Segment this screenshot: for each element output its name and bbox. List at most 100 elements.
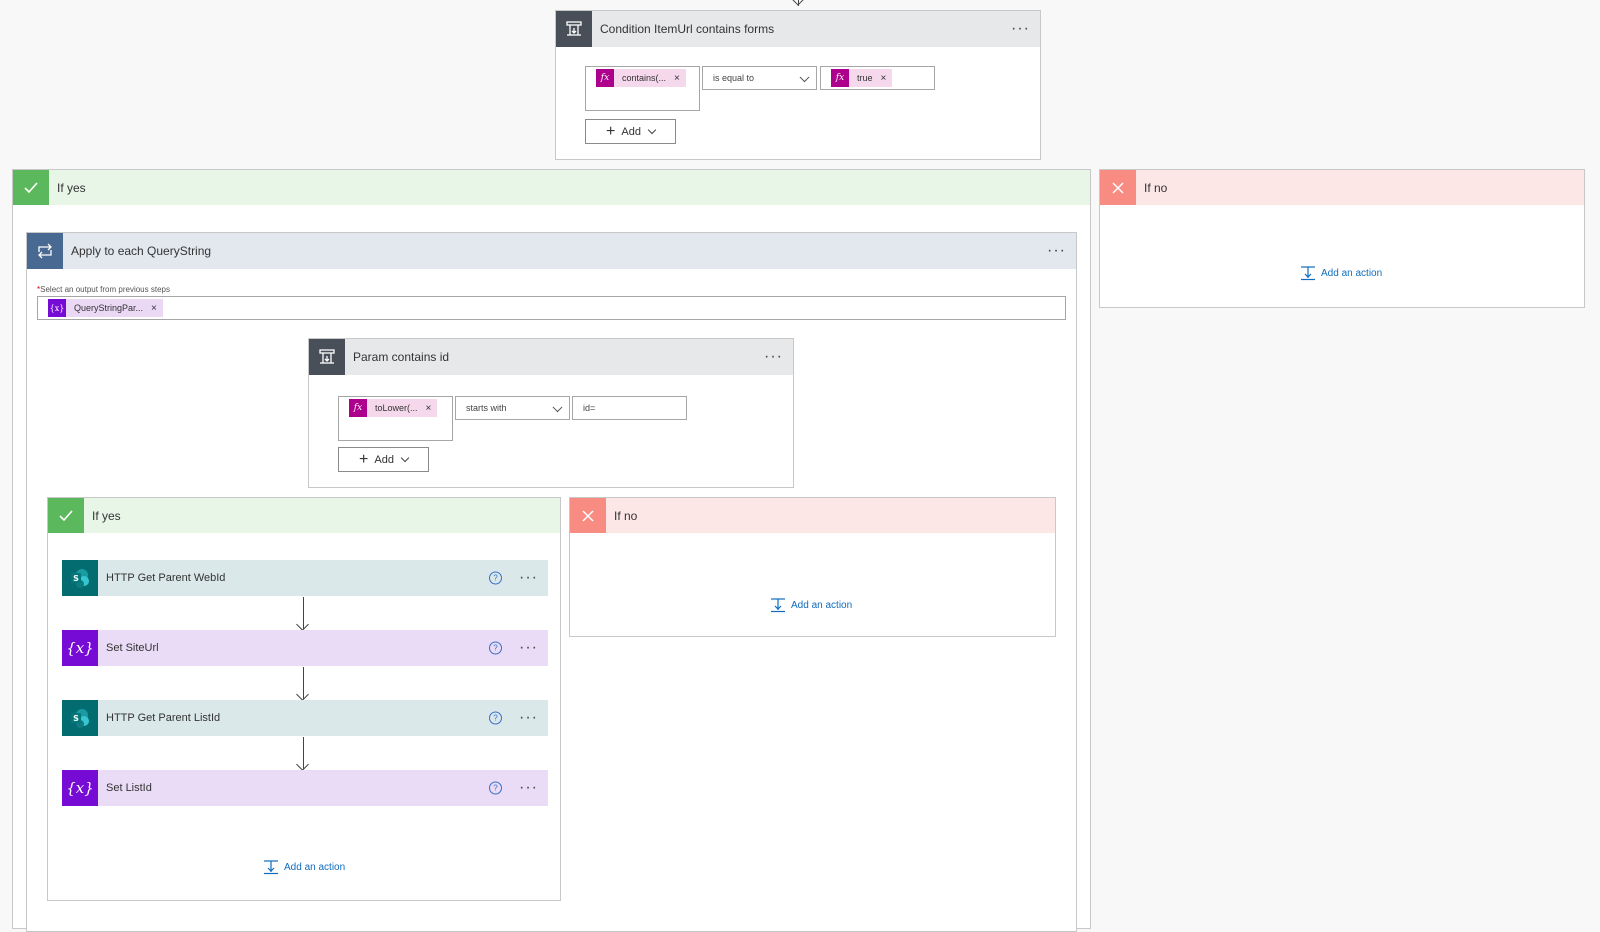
variable-icon: {x} <box>62 630 98 666</box>
add-action-icon <box>771 598 785 613</box>
condition-icon <box>556 11 592 47</box>
if-no-header[interactable]: If no <box>1100 170 1584 205</box>
more-options-icon[interactable]: ··· <box>1047 243 1066 259</box>
step-set-listid[interactable]: {x} Set ListId ? ··· <box>62 770 548 806</box>
help-icon[interactable]: ? <box>489 711 502 725</box>
function-icon: fx <box>596 69 614 87</box>
add-action-link[interactable]: Add an action <box>263 859 345 875</box>
chevron-down-icon <box>799 72 810 83</box>
outer-if-no-branch: If no Add an action <box>1099 169 1585 308</box>
condition-left-operand[interactable]: fx contains(... × <box>585 66 700 111</box>
add-condition-button[interactable]: + Add <box>585 119 676 144</box>
apply-to-each-title: Apply to each QueryString <box>71 244 212 258</box>
chevron-down-icon <box>647 125 657 135</box>
close-icon <box>1100 170 1136 205</box>
help-icon[interactable]: ? <box>489 641 502 655</box>
add-label: Add <box>621 125 641 138</box>
function-icon: fx <box>349 399 367 417</box>
token-label: QueryStringPar... <box>74 303 144 313</box>
remove-token-icon[interactable]: × <box>151 303 157 314</box>
step-http-get-parent-listid[interactable]: S HTTP Get Parent ListId ? ··· <box>62 700 548 736</box>
more-options-icon[interactable]: ··· <box>519 780 538 796</box>
apply-to-each-header[interactable]: Apply to each QueryString ··· <box>27 233 1076 269</box>
add-action-link[interactable]: Add an action <box>770 597 852 613</box>
if-no-header[interactable]: If no <box>570 498 1055 533</box>
remove-token-icon[interactable]: × <box>881 73 887 84</box>
step-title: HTTP Get Parent ListId <box>106 712 221 724</box>
svg-text:S: S <box>73 574 79 583</box>
add-label: Add <box>374 453 394 466</box>
expression-token[interactable]: fx true × <box>831 69 893 87</box>
step-title: HTTP Get Parent WebId <box>106 572 226 584</box>
condition-right-operand[interactable]: fx true × <box>820 66 935 90</box>
inner-if-no-branch: If no Add an action <box>569 497 1056 637</box>
loop-icon <box>27 233 63 269</box>
more-options-icon[interactable]: ··· <box>519 640 538 656</box>
if-no-label: If no <box>614 508 638 523</box>
variable-icon: {x} <box>48 299 66 317</box>
expression-token[interactable]: fx contains(... × <box>596 69 686 87</box>
more-options-icon[interactable]: ··· <box>764 349 783 365</box>
sharepoint-icon: S <box>62 560 98 596</box>
variable-token[interactable]: {x} QueryStringPar... × <box>48 299 163 317</box>
if-yes-header[interactable]: If yes <box>13 170 1090 205</box>
condition-left-operand[interactable]: fx toLower(... × <box>338 396 453 441</box>
condition-value-input[interactable]: id= <box>572 396 687 420</box>
condition-header[interactable]: Condition ItemUrl contains forms ··· <box>556 11 1040 47</box>
help-icon[interactable]: ? <box>489 781 502 795</box>
add-action-label: Add an action <box>791 599 853 611</box>
if-yes-label: If yes <box>92 508 121 523</box>
condition-title: Param contains id <box>353 350 450 364</box>
if-no-label: If no <box>1144 180 1168 195</box>
remove-token-icon[interactable]: × <box>426 403 432 414</box>
close-icon <box>570 498 606 533</box>
output-field-label: *Select an output from previous steps <box>37 285 170 294</box>
condition-operator-dropdown[interactable]: starts with <box>455 396 570 420</box>
condition-icon <box>309 339 345 375</box>
output-select-field[interactable]: {x} QueryStringPar... × <box>37 296 1066 320</box>
condition-header[interactable]: Param contains id ··· <box>309 339 793 375</box>
token-label: true <box>857 73 873 83</box>
token-label: contains(... <box>622 73 667 83</box>
variable-icon: {x} <box>62 770 98 806</box>
condition-card-itemurl: Condition ItemUrl contains forms ··· fx … <box>555 10 1041 160</box>
more-options-icon[interactable]: ··· <box>1011 21 1030 37</box>
arrow-head-top <box>792 0 804 6</box>
remove-token-icon[interactable]: × <box>674 73 680 84</box>
if-yes-label: If yes <box>57 180 86 195</box>
help-icon[interactable]: ? <box>489 571 502 585</box>
add-action-icon <box>1301 266 1315 281</box>
operator-value: starts with <box>466 403 507 413</box>
condition-operator-dropdown[interactable]: is equal to <box>702 66 817 90</box>
condition-card-param: Param contains id ··· fx toLower(... × s… <box>308 338 794 488</box>
svg-text:S: S <box>73 714 79 723</box>
add-condition-button[interactable]: + Add <box>338 447 429 472</box>
step-title: Set SiteUrl <box>106 642 159 654</box>
connector-arrow <box>303 737 304 769</box>
add-action-label: Add an action <box>1321 267 1383 279</box>
more-options-icon[interactable]: ··· <box>519 710 538 726</box>
plus-icon: + <box>359 450 369 468</box>
add-action-icon <box>264 860 278 875</box>
function-icon: fx <box>831 69 849 87</box>
chevron-down-icon <box>552 402 563 413</box>
plus-icon: + <box>606 122 616 140</box>
sharepoint-icon: S <box>62 700 98 736</box>
chevron-down-icon <box>400 453 410 463</box>
check-icon <box>48 498 84 533</box>
token-label: toLower(... <box>375 403 418 413</box>
add-action-label: Add an action <box>284 861 346 873</box>
if-yes-header[interactable]: If yes <box>48 498 560 533</box>
condition-value: id= <box>583 403 596 413</box>
step-set-siteurl[interactable]: {x} Set SiteUrl ? ··· <box>62 630 548 666</box>
step-title: Set ListId <box>106 782 152 794</box>
more-options-icon[interactable]: ··· <box>519 570 538 586</box>
expression-token[interactable]: fx toLower(... × <box>349 399 438 417</box>
step-http-get-parent-webid[interactable]: S HTTP Get Parent WebId ? ··· <box>62 560 548 596</box>
connector-arrow <box>303 667 304 699</box>
check-icon <box>13 170 49 205</box>
condition-title: Condition ItemUrl contains forms <box>600 22 775 36</box>
add-action-link[interactable]: Add an action <box>1300 265 1382 281</box>
connector-arrow <box>303 597 304 629</box>
operator-value: is equal to <box>713 73 755 83</box>
